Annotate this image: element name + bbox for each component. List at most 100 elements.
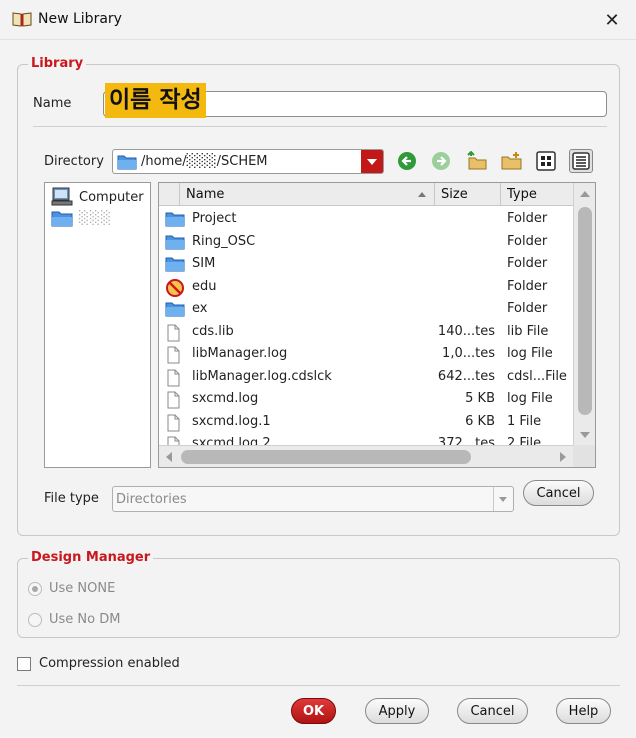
file-icon xyxy=(165,414,185,431)
directory-label: Directory xyxy=(44,154,104,169)
scroll-down-icon[interactable] xyxy=(580,432,590,438)
radio-use-no-dm[interactable] xyxy=(28,613,42,627)
parent-folder-button[interactable] xyxy=(464,149,488,173)
back-button[interactable] xyxy=(395,149,419,173)
file-size: 140...tes xyxy=(437,323,495,339)
name-label: Name xyxy=(33,96,72,111)
icon-view-button[interactable] xyxy=(534,149,558,173)
file-name: libManager.log xyxy=(192,346,288,361)
table-row[interactable]: sxcmd.log 5 KB log File xyxy=(159,388,573,411)
column-header-name[interactable]: Name xyxy=(179,183,435,206)
radio-use-none[interactable] xyxy=(28,582,42,596)
name-annotation: 이름 작성 xyxy=(105,83,206,118)
table-row[interactable]: Project Folder xyxy=(159,208,573,231)
file-name: Project xyxy=(192,211,237,226)
library-group-title: Library xyxy=(28,56,87,71)
forward-button[interactable] xyxy=(429,149,453,173)
file-type-value: Directories xyxy=(116,492,187,507)
directory-combo[interactable]: /home/░░░/SCHEM xyxy=(112,149,384,174)
cancel-button[interactable]: Cancel xyxy=(457,698,528,724)
new-folder-icon xyxy=(501,152,522,170)
file-name: ex xyxy=(192,301,208,316)
file-icon xyxy=(165,391,185,409)
scroll-corner xyxy=(573,445,595,467)
directory-dropdown-button[interactable] xyxy=(361,150,383,173)
file-type: Folder xyxy=(507,233,548,249)
file-icon xyxy=(165,324,185,341)
file-size: 5 KB xyxy=(465,391,495,406)
file-name: SIM xyxy=(192,256,216,271)
file-size: 1,0...tes xyxy=(442,346,495,361)
table-row[interactable]: sxcmd.log.1 6 KB 1 File xyxy=(159,411,573,434)
file-name: cds.lib xyxy=(192,323,234,339)
file-type-combo[interactable]: Directories xyxy=(112,486,514,512)
chevron-down-icon[interactable] xyxy=(493,487,513,511)
scroll-left-icon[interactable] xyxy=(166,452,172,462)
vertical-scroll-thumb[interactable] xyxy=(578,207,592,415)
table-row[interactable]: libManager.log.cdslck 642...tes cdsl...Fil… xyxy=(159,366,573,389)
file-type: Folder xyxy=(507,301,548,316)
place-label: ░░░ xyxy=(79,210,112,226)
folder-icon xyxy=(165,256,185,272)
folder-icon xyxy=(117,155,137,170)
file-name: libManager.log.cdslck xyxy=(192,368,332,384)
divider xyxy=(33,126,607,127)
file-type: log File xyxy=(507,346,553,361)
file-name: edu xyxy=(192,278,217,294)
scroll-right-icon[interactable] xyxy=(560,452,566,462)
places-panel: Computer ░░░ xyxy=(44,182,151,468)
close-icon: ✕ xyxy=(604,9,620,31)
column-header-size[interactable]: Size xyxy=(435,183,501,206)
place-label: Computer xyxy=(79,189,144,205)
file-type: 1 File xyxy=(507,413,542,429)
table-row[interactable]: libManager.log 1,0...tes log File xyxy=(159,343,573,366)
file-dialog-cancel-button[interactable]: Cancel xyxy=(523,480,594,506)
title-bar: New Library ✕ xyxy=(0,0,636,40)
help-button[interactable]: Help xyxy=(556,698,611,724)
book-icon xyxy=(12,12,32,27)
design-manager-title: Design Manager xyxy=(28,550,154,565)
folder-icon xyxy=(165,211,185,227)
ok-button[interactable]: OK xyxy=(291,698,336,724)
place-home[interactable]: ░░░ xyxy=(51,208,112,228)
file-type: cdsl...File xyxy=(507,368,567,384)
column-header-type[interactable]: Type xyxy=(501,183,573,206)
no-access-icon xyxy=(165,278,185,297)
grid-view-icon xyxy=(536,151,556,171)
list-view-button[interactable] xyxy=(569,149,593,173)
apply-button[interactable]: Apply xyxy=(365,698,429,724)
file-size: 642...tes xyxy=(437,368,495,384)
sort-ascending-icon xyxy=(418,192,426,197)
table-row[interactable]: SIM Folder xyxy=(159,253,573,276)
vertical-scrollbar[interactable] xyxy=(573,183,595,447)
file-list-header: Name Size Type xyxy=(159,183,573,206)
close-button[interactable]: ✕ xyxy=(598,6,626,34)
table-row[interactable]: edu Folder xyxy=(159,276,573,299)
file-type: Folder xyxy=(507,256,548,271)
radio-use-no-dm-label: Use No DM xyxy=(49,612,121,627)
horizontal-scrollbar[interactable] xyxy=(159,445,573,467)
bottom-divider xyxy=(17,685,620,686)
file-name: Ring_OSC xyxy=(192,233,256,249)
radio-use-none-label: Use NONE xyxy=(49,581,116,596)
new-folder-button[interactable] xyxy=(500,149,524,173)
computer-icon xyxy=(51,187,73,206)
horizontal-scroll-thumb[interactable] xyxy=(181,450,471,464)
forward-arrow-icon xyxy=(432,152,450,170)
parent-folder-icon xyxy=(467,151,487,170)
list-view-icon xyxy=(572,152,590,170)
table-row[interactable]: Ring_OSC Folder xyxy=(159,231,573,254)
scroll-up-icon[interactable] xyxy=(580,191,590,197)
file-icon xyxy=(165,346,185,364)
file-type: log File xyxy=(507,391,553,406)
file-icon xyxy=(165,369,185,386)
directory-path: /home/░░░/SCHEM xyxy=(141,154,268,169)
file-name: sxcmd.log xyxy=(192,391,259,406)
table-row[interactable]: ex Folder xyxy=(159,298,573,321)
table-row[interactable]: cds.lib 140...tes lib File xyxy=(159,321,573,344)
place-computer[interactable]: Computer xyxy=(51,187,144,207)
window-title: New Library xyxy=(38,11,122,27)
compression-checkbox[interactable] xyxy=(17,657,31,671)
compression-label: Compression enabled xyxy=(39,656,180,671)
file-list[interactable]: Name Size Type Project Folder Ring_OSC Fold… xyxy=(158,182,596,468)
